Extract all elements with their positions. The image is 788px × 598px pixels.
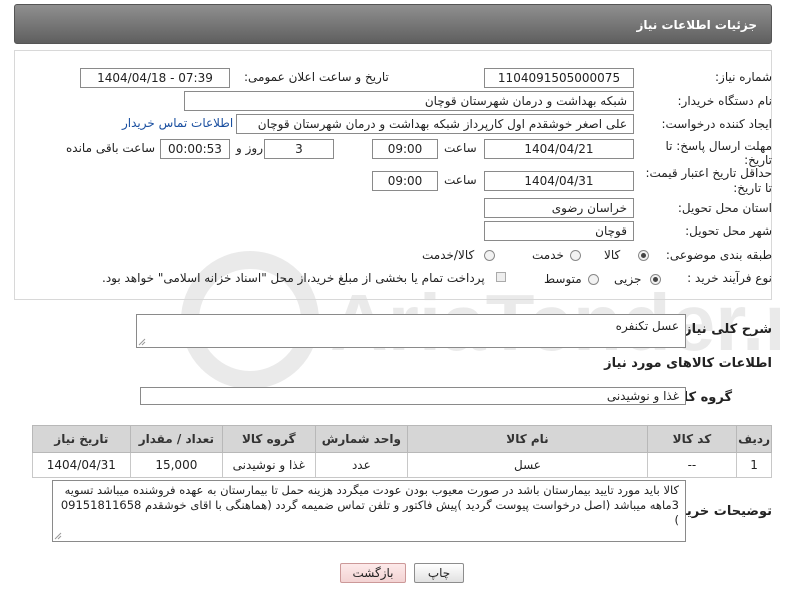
price-validity-time[interactable]: 09:00 <box>372 171 438 191</box>
category-option-goods-service: کالا/خدمت <box>422 248 475 262</box>
city-field[interactable]: قوچان <box>484 221 634 241</box>
process-radio-medium[interactable] <box>588 274 599 285</box>
process-radio-minor[interactable] <box>650 274 661 285</box>
remaining-time-field[interactable]: 00:00:53 <box>160 139 230 159</box>
category-label: طبقه بندی موضوعی: <box>665 248 772 262</box>
description-label: شرح کلی نیاز: <box>678 322 772 337</box>
col-header-item-name: نام کالا <box>407 425 648 453</box>
cell-item-code: -- <box>646 452 738 478</box>
process-type-label: نوع فرآیند خرید : <box>687 271 772 285</box>
buyer-contact-link[interactable]: اطلاعات تماس خریدار <box>122 116 233 130</box>
category-option-service: خدمت <box>532 248 564 262</box>
cell-quantity: 15,000 <box>129 452 224 478</box>
reply-deadline-time[interactable]: 09:00 <box>372 139 438 159</box>
col-header-unit: واحد شمارش <box>314 425 409 453</box>
col-header-item-code: کد کالا <box>646 425 738 453</box>
category-option-goods: کالا <box>604 248 621 262</box>
reply-deadline-label-line1: مهلت ارسال پاسخ: تا <box>665 139 772 153</box>
cell-item-name: عسل <box>407 452 648 478</box>
treasury-note: پرداخت تمام یا بخشی از مبلغ خرید،از محل … <box>102 271 485 285</box>
buyer-org-field[interactable]: شبکه بهداشت و درمان شهرستان قوچان <box>184 91 634 111</box>
buyer-notes-text: کالا باید مورد تایید بیمارستان باشد در ص… <box>60 483 679 527</box>
cell-unit: عدد <box>314 452 409 478</box>
description-field[interactable]: عسل تکنفره <box>136 314 686 348</box>
back-button[interactable]: بازگشت <box>340 563 406 583</box>
price-validity-label-line1: حداقل تاریخ اعتبار قیمت: <box>645 166 772 180</box>
process-option-medium: متوسط <box>544 272 582 286</box>
reply-days-label: روز و <box>236 141 263 155</box>
price-validity-date[interactable]: 1404/04/31 <box>484 171 634 191</box>
col-header-row-number: ردیف <box>736 425 772 453</box>
description-text: عسل تکنفره <box>615 319 679 333</box>
price-validity-label-line2: تا تاریخ: <box>733 181 772 195</box>
creator-field[interactable]: علی اصغر خوشقدم اول کارپرداز شبکه بهداشت… <box>236 114 634 134</box>
need-number-label: شماره نیاز: <box>715 70 772 84</box>
price-validity-time-label: ساعت <box>444 173 477 187</box>
table-header-row: ردیف کد کالا نام کالا واحد شمارش گروه کا… <box>32 425 772 453</box>
resize-grip-icon[interactable] <box>138 338 146 346</box>
reply-days-field[interactable]: 3 <box>264 139 334 159</box>
cell-need-date: 1404/04/31 <box>32 452 131 478</box>
process-option-minor: جزیی <box>614 272 642 286</box>
table-row[interactable]: 1 -- عسل عدد غذا و نوشیدنی 15,000 1404/0… <box>32 452 772 478</box>
remaining-time-label: ساعت باقی مانده <box>66 141 156 155</box>
col-header-quantity: تعداد / مقدار <box>129 425 224 453</box>
category-radio-goods-service[interactable] <box>484 250 495 261</box>
province-label: استان محل تحویل: <box>677 201 772 215</box>
page-header: جزئیات اطلاعات نیاز <box>14 4 772 44</box>
cell-row-number: 1 <box>736 452 772 478</box>
creator-label: ایجاد کننده درخواست: <box>661 117 772 131</box>
announce-datetime-field[interactable]: 1404/04/18 - 07:39 <box>80 68 230 88</box>
category-radio-service[interactable] <box>570 250 581 261</box>
col-header-need-date: تاریخ نیاز <box>32 425 131 453</box>
city-label: شهر محل تحویل: <box>685 224 772 238</box>
reply-deadline-label-line2: تاریخ: <box>744 153 772 167</box>
buyer-org-label: نام دستگاه خریدار: <box>677 94 773 108</box>
goods-table: ردیف کد کالا نام کالا واحد شمارش گروه کا… <box>32 425 772 478</box>
print-button[interactable]: چاپ <box>414 563 464 583</box>
resize-grip-icon[interactable] <box>54 532 62 540</box>
goods-group-field[interactable]: غذا و نوشیدنی <box>140 387 686 405</box>
province-field[interactable]: خراسان رضوی <box>484 198 634 218</box>
buyer-notes-field[interactable]: کالا باید مورد تایید بیمارستان باشد در ص… <box>52 480 686 542</box>
page-title: جزئیات اطلاعات نیاز <box>636 18 757 32</box>
need-number-field[interactable]: 1104091505000075 <box>484 68 634 88</box>
category-radio-goods[interactable] <box>638 250 649 261</box>
col-header-item-group: گروه کالا <box>222 425 316 453</box>
goods-section-title: اطلاعات کالاهای مورد نیاز <box>604 356 772 371</box>
reply-deadline-date[interactable]: 1404/04/21 <box>484 139 634 159</box>
announce-datetime-label: تاریخ و ساعت اعلان عمومی: <box>244 70 389 84</box>
cell-item-group: غذا و نوشیدنی <box>222 452 316 478</box>
treasury-checkbox[interactable] <box>496 272 506 282</box>
reply-deadline-time-label: ساعت <box>444 141 477 155</box>
